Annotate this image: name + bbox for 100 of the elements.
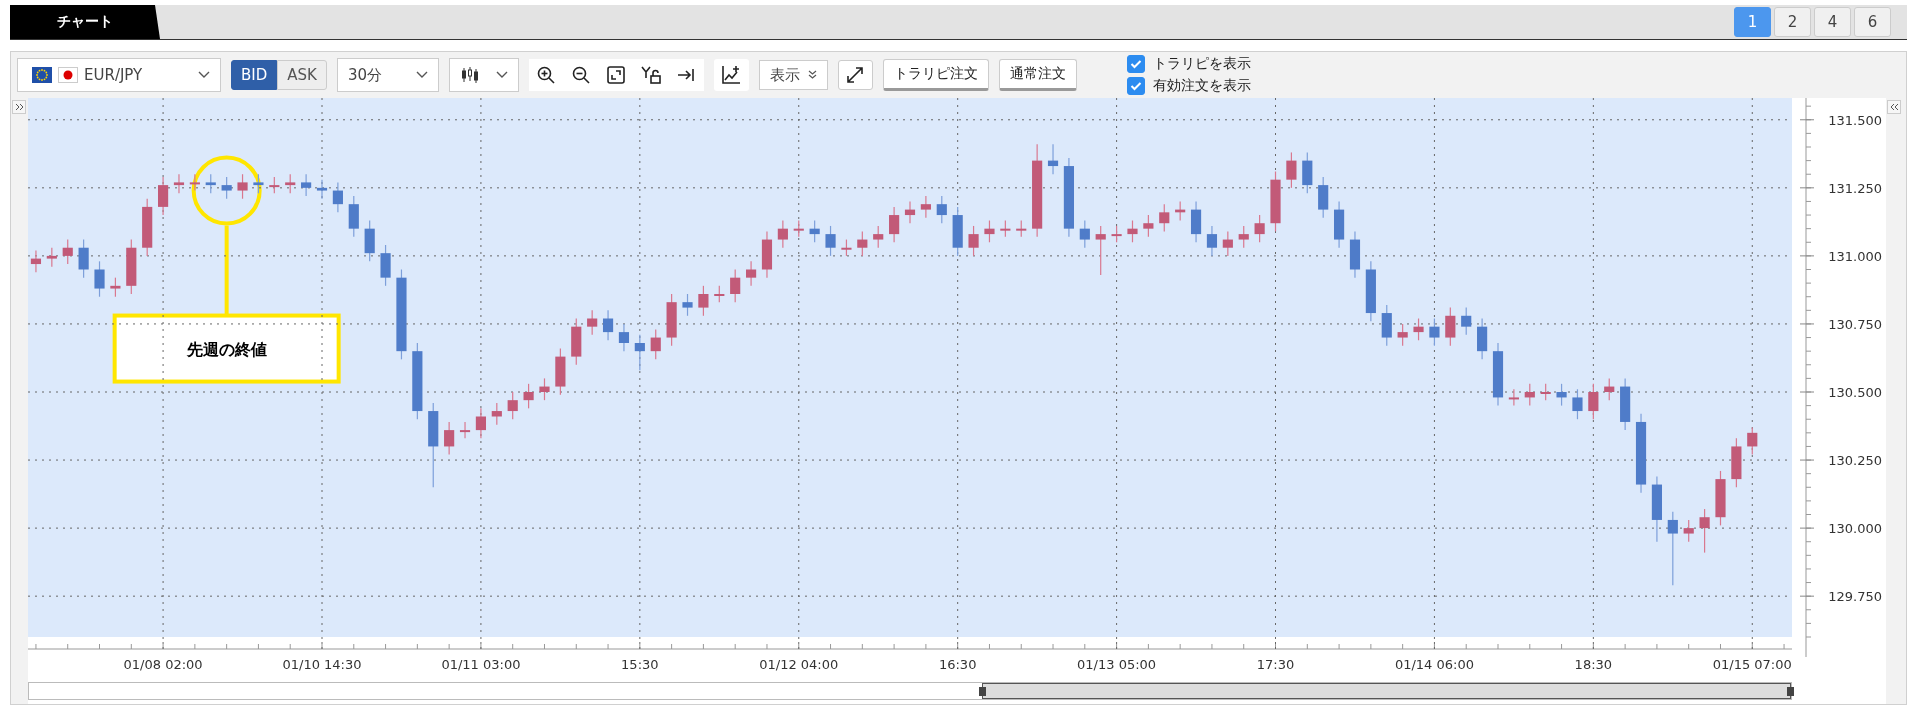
candlestick: [952, 206, 963, 257]
candlestick: [1731, 437, 1742, 488]
candlestick: [1747, 426, 1758, 456]
x-axis-label: 17:30: [1256, 657, 1295, 672]
candlestick: [873, 225, 884, 249]
candlestick: [650, 328, 661, 360]
candlestick: [1175, 200, 1186, 222]
candlestick: [1524, 383, 1535, 407]
expand-button[interactable]: [837, 60, 873, 90]
zoom-in-icon: [536, 65, 557, 85]
candlestick: [1413, 317, 1424, 341]
expand-left-button[interactable]: [12, 100, 26, 114]
chart-type-select[interactable]: [448, 58, 519, 92]
x-axis-label: 01/12 04:00: [759, 657, 839, 672]
layout-button[interactable]: 4: [1814, 7, 1851, 37]
candlestick: [1000, 219, 1011, 238]
candlestick: [1016, 219, 1027, 238]
layout-button[interactable]: 6: [1854, 7, 1891, 37]
y-axis-label: 131.250: [1828, 180, 1882, 196]
candlestick: [1254, 214, 1265, 243]
order-button[interactable]: トラリピ注文: [882, 59, 989, 91]
fit-frame-icon: [606, 65, 627, 85]
candlestick: [1715, 470, 1726, 526]
candlestick: [158, 176, 169, 216]
scrollbar-thumb[interactable]: [982, 683, 1791, 699]
candlestick: [746, 260, 757, 287]
candlestick: [634, 334, 645, 371]
add-indicator-button[interactable]: [713, 59, 749, 91]
candlestick: [1111, 225, 1122, 243]
x-axis-label: 01/14 06:00: [1394, 657, 1474, 672]
candlestick: [173, 173, 185, 194]
candlestick: [1302, 151, 1313, 194]
order-button[interactable]: 通常注文: [998, 59, 1077, 91]
candlestick: [1222, 230, 1233, 257]
candlestick: [1190, 200, 1202, 243]
checkbox[interactable]: [1126, 77, 1145, 95]
candlestick: [1047, 143, 1059, 175]
price-side-tab[interactable]: BID: [231, 60, 278, 90]
collapse-right-button[interactable]: [1887, 100, 1901, 114]
y-lock-icon: [640, 65, 663, 85]
zoom-out-icon: [571, 65, 592, 85]
candlestick: [761, 230, 773, 279]
candlestick: [221, 176, 232, 200]
layout-button[interactable]: 2: [1774, 7, 1811, 37]
candlestick: [205, 173, 216, 194]
price-side-tab[interactable]: ASK: [277, 60, 327, 90]
candlestick: [1381, 304, 1392, 347]
chart-plus-icon: [720, 64, 743, 86]
candlestick: [730, 268, 741, 303]
candlestick: [1143, 214, 1154, 238]
chart-tab[interactable]: チャート: [10, 5, 160, 39]
candlestick: [984, 219, 995, 243]
candlestick: [889, 206, 900, 243]
candlestick: [571, 317, 582, 366]
candlestick: [1365, 260, 1376, 322]
y-axis-label: 130.250: [1828, 453, 1882, 469]
candlestick: [380, 244, 391, 287]
eu-flag-icon: [32, 67, 52, 83]
candlestick: [507, 391, 518, 420]
y-axis-label: 130.750: [1828, 316, 1882, 332]
timeframe-select[interactable]: 30分: [336, 58, 439, 92]
candlestick: [269, 176, 280, 194]
candlestick: [444, 421, 455, 456]
x-axis-label: 01/10 14:30: [282, 657, 362, 672]
candlestick: [253, 173, 264, 194]
checkbox-label: 有効注文を表示: [1152, 77, 1251, 95]
candlestick: [1699, 508, 1710, 554]
candlestick: [1508, 388, 1519, 407]
candlestick: [1477, 317, 1488, 360]
candlestick: [1270, 170, 1281, 232]
display-menu[interactable]: 表示: [758, 60, 828, 90]
checkbox[interactable]: [1126, 55, 1145, 73]
candlestick: [1572, 388, 1583, 420]
candlestick: [618, 323, 630, 352]
y-axis-label: 130.500: [1828, 385, 1882, 400]
candlestick: [1127, 219, 1138, 243]
candlestick: [1318, 176, 1329, 219]
symbol-select[interactable]: EUR/JPY: [17, 58, 221, 92]
candlestick: [1461, 307, 1472, 336]
double-chevron-left-icon: [1889, 103, 1899, 111]
y-axis-label: 129.750: [1828, 589, 1882, 605]
candlestick: [348, 195, 359, 238]
candlestick: [857, 230, 868, 257]
check-icon: [1129, 81, 1142, 91]
candlestick: [1588, 383, 1599, 420]
candlestick: [920, 195, 931, 219]
y-axis-label: 130.000: [1828, 521, 1882, 537]
candlestick: [1206, 225, 1218, 257]
candlestick: [1238, 225, 1249, 249]
chevron-down-icon: [495, 71, 508, 79]
candlestick: [364, 219, 375, 262]
candlestick: [1349, 230, 1361, 279]
candlestick: [714, 285, 725, 303]
candlestick: [1492, 342, 1504, 407]
candlestick: [1334, 200, 1345, 249]
candlestick: [1095, 225, 1106, 276]
candlestick: [1286, 151, 1297, 189]
candlestick: [936, 195, 947, 224]
chevron-down-icon: [198, 71, 210, 79]
x-axis-label: 01/15 07:00: [1712, 657, 1792, 672]
